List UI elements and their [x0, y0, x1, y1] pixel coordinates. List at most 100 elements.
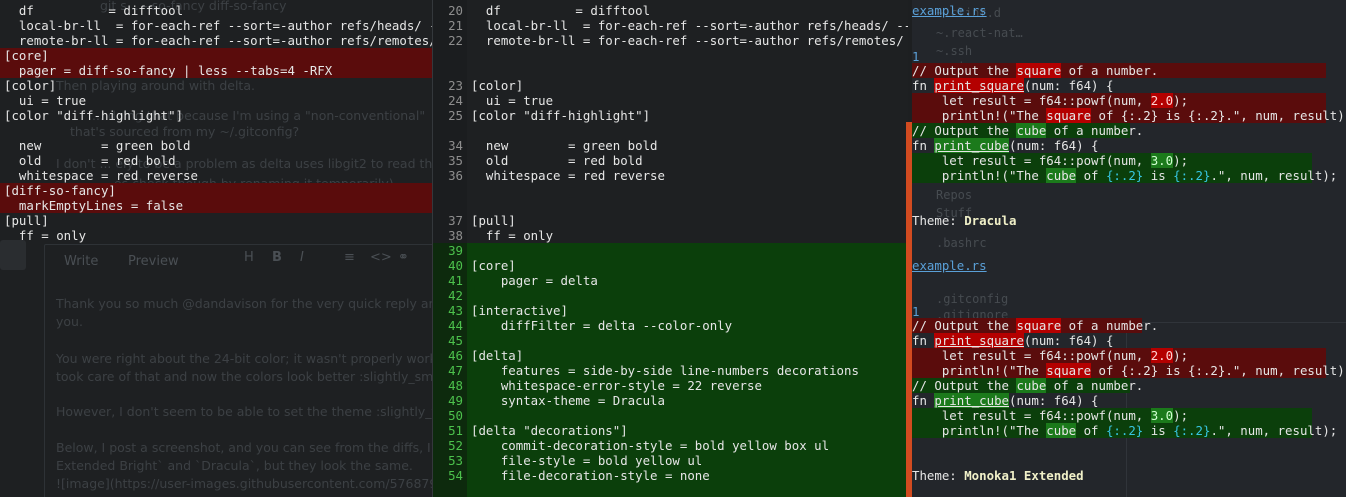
line-number: 41: [448, 273, 463, 288]
line-number: 43: [448, 303, 463, 318]
ghost-sidebar-item: ~.react-nat…: [936, 26, 1023, 40]
line-number: 45: [448, 333, 463, 348]
line-number-row: 54: [433, 468, 467, 483]
hunk-line-number-2: 1: [912, 304, 920, 319]
italic-icon[interactable]: I: [300, 250, 304, 265]
new-code-line: [color]: [471, 78, 524, 93]
new-code-line: df = difftool: [471, 3, 651, 18]
line-number-row: 37: [433, 213, 467, 228]
bold-icon[interactable]: B: [272, 250, 282, 265]
hunk-line-number-1: 1: [912, 49, 920, 64]
fn-cube-1: fn print_cube(num: f64) {: [912, 138, 1099, 153]
let-line-added-2: let result = f64::powf(num, 3.0);: [912, 408, 1312, 423]
tab-write[interactable]: Write: [64, 254, 98, 269]
line-number-row: 47: [433, 363, 467, 378]
line-number: 39: [448, 243, 463, 258]
heading-icon[interactable]: H: [244, 250, 254, 265]
let-line-1: let result = f64::powf(num, 2.0);: [912, 93, 1326, 108]
new-line-numbers: 20 21 22 23 24 25 34 35 36 37 38 39 40 41 42 43 44 45 46 47…: [433, 0, 467, 497]
diff-old-pane: git s... --so-fancy diff-so-fancy Then pl…: [0, 0, 432, 497]
line-number: 22: [448, 33, 463, 48]
code-icon[interactable]: <>: [370, 250, 392, 265]
line-number: 37: [448, 213, 463, 228]
line-number-row: [433, 183, 467, 198]
line-number: 47: [448, 363, 463, 378]
line-number-row: 38: [433, 228, 467, 243]
line-number-row: 42: [433, 288, 467, 303]
let-line-2: let result = f64::powf(num, 2.0);: [912, 348, 1326, 363]
new-code-line: [467, 408, 908, 423]
file-header-1: example.rs: [912, 3, 987, 18]
old-code-line: ui = true: [4, 93, 87, 108]
old-code-line: [color]: [4, 78, 57, 93]
line-number: 50: [448, 408, 463, 423]
new-code-line: remote-br-ll = for-each-ref --sort=-auth…: [471, 33, 908, 48]
line-number-row: 23: [433, 78, 467, 93]
line-number: 40: [448, 258, 463, 273]
line-number: 24: [448, 93, 463, 108]
old-code-line: ff = only: [4, 228, 87, 243]
line-number: 48: [448, 378, 463, 393]
line-number-row: 35: [433, 153, 467, 168]
line-number-row: 51: [433, 423, 467, 438]
quote-icon[interactable]: ≡: [344, 250, 355, 265]
line-number-row: 50: [433, 408, 467, 423]
new-code-line: old = red bold: [471, 153, 643, 168]
old-code-line: whitespace = red reverse: [4, 168, 198, 183]
line-number: 35: [448, 153, 463, 168]
line-number-row: 48: [433, 378, 467, 393]
old-code-line: markEmptyLines = false: [0, 198, 432, 213]
new-code-line: [467, 288, 908, 303]
fn-cube-2: fn print_cube(num: f64) {: [912, 393, 1099, 408]
ghost-sidebar-item: Repos: [936, 188, 973, 202]
new-code-line: [467, 123, 908, 138]
theme-preview-pane: ~.clint.d~.react-nat…~.ssh~.vimReposStuf…: [912, 0, 1346, 497]
line-number: 52: [448, 438, 463, 453]
new-code-line: features = side-by-side line-numbers dec…: [471, 363, 859, 378]
new-code-line: whitespace = red reverse: [471, 168, 665, 183]
line-number: 20: [448, 3, 463, 18]
avatar: [0, 240, 26, 270]
old-code-line: [color "diff-highlight"]: [4, 108, 184, 123]
line-number-row: [433, 123, 467, 138]
line-number: 53: [448, 453, 463, 468]
line-number-row: [433, 48, 467, 63]
line-number-row: 36: [433, 168, 467, 183]
line-number: 34: [448, 138, 463, 153]
new-code-line: [delta]: [471, 348, 524, 363]
old-code-line: pager = diff-so-fancy | less --tabs=4 -R…: [0, 63, 432, 78]
new-code-line: ff = only: [471, 228, 554, 243]
old-code-line: [diff-so-fancy]: [0, 183, 432, 198]
line-number-row: [433, 63, 467, 78]
line-number-row: 45: [433, 333, 467, 348]
println-line-added-2: println!("The cube of {:.2} is {:.2}.", …: [912, 423, 1338, 438]
new-code-line: file-decoration-style = none: [471, 468, 710, 483]
new-code-line: [467, 63, 908, 78]
file-header-2: example.rs: [912, 258, 987, 273]
println-line-2: println!("The square of {:.2} is {:.2}."…: [912, 363, 1346, 378]
tab-preview[interactable]: Preview: [128, 254, 179, 269]
line-number-row: 41: [433, 273, 467, 288]
link-icon[interactable]: ⚭: [398, 250, 409, 265]
line-number-row: 44: [433, 318, 467, 333]
new-code-line: [delta "decorations"]: [471, 423, 628, 438]
line-number-row: 52: [433, 438, 467, 453]
line-number-row: 53: [433, 453, 467, 468]
added-comment-2: // Output the cube of a number.: [912, 378, 1144, 393]
added-comment-1: // Output the cube of a number.: [912, 123, 1144, 138]
line-number: 49: [448, 393, 463, 408]
new-code-line: new = green bold: [471, 138, 658, 153]
new-code-line: [core]: [471, 258, 516, 273]
new-code-line: file-style = bold yellow ul: [471, 453, 703, 468]
fn-square-1: fn print_square(num: f64) {: [912, 78, 1114, 93]
new-code-line: ui = true: [471, 93, 554, 108]
new-code-line: local-br-ll = for-each-ref --sort=-autho…: [471, 18, 908, 33]
fn-square-2: fn print_square(num: f64) {: [912, 333, 1114, 348]
line-number: 51: [448, 423, 463, 438]
new-code-line: whitespace-error-style = 22 reverse: [471, 378, 762, 393]
line-number-row: [433, 198, 467, 213]
old-code-line: [pull]: [4, 213, 49, 228]
line-number-row: 40: [433, 258, 467, 273]
old-code-line: local-br-ll = for-each-ref --sort=-autho…: [4, 18, 432, 33]
let-line-added-1: let result = f64::powf(num, 3.0);: [912, 153, 1312, 168]
